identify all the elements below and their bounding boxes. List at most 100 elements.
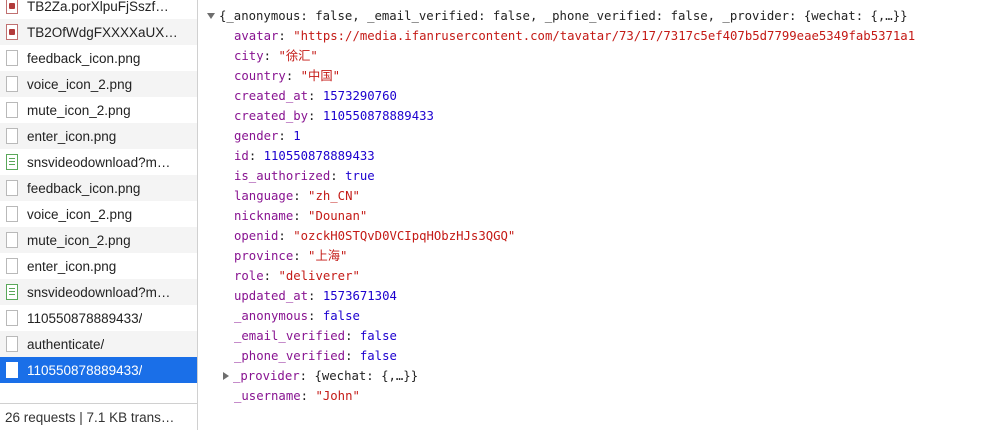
file-icon <box>6 180 18 196</box>
json-key: _email_verified <box>234 329 346 343</box>
json-field-openid: openid: "ozckH0STQvD0VCIpqHObzHJs3QGQ" <box>234 226 515 246</box>
key-separator: : <box>278 129 294 143</box>
json-field-avatar: avatar: "https://media.ifanrusercontent.… <box>234 26 915 46</box>
json-key: language <box>234 189 294 203</box>
request-row[interactable]: snsvideodownload?m… <box>0 279 197 305</box>
request-list: TB2Za.porXlpuFjSszf… TB2OfWdgFXXXXaUX… fee… <box>0 0 197 383</box>
request-row[interactable]: mute_icon_2.png <box>0 97 197 123</box>
json-key: _anonymous <box>234 309 309 323</box>
json-value: 1 <box>293 129 301 143</box>
request-name: enter_icon.png <box>27 128 117 144</box>
network-status-bar: 26 requests | 7.1 KB trans… <box>0 403 197 430</box>
key-separator: : <box>293 189 309 203</box>
file-icon <box>6 362 18 378</box>
request-name: TB2OfWdgFXXXXaUX… <box>27 24 178 40</box>
request-name: mute_icon_2.png <box>27 102 131 118</box>
json-field-phone-verified: _phone_verified: false <box>234 346 397 366</box>
json-field-id: id: 110550878889433 <box>234 146 375 166</box>
request-name: snsvideodownload?m… <box>27 154 171 170</box>
response-preview-panel: {_anonymous: false, _email_verified: fal… <box>198 0 990 430</box>
request-row[interactable]: TB2Za.porXlpuFjSszf… <box>0 0 197 19</box>
file-icon <box>6 258 18 274</box>
json-value: false <box>359 329 397 343</box>
json-value: "https://media.ifanrusercontent.com/tava… <box>293 29 916 43</box>
json-value: 1573290760 <box>322 89 397 103</box>
json-key: gender <box>234 129 279 143</box>
json-field-email-verified: _email_verified: false <box>234 326 397 346</box>
request-name: authenticate/ <box>27 336 105 352</box>
collapse-triangle-icon[interactable] <box>207 12 215 19</box>
request-row[interactable]: feedback_icon.png <box>0 45 197 71</box>
json-value: "徐汇" <box>278 49 318 63</box>
preview-root-object[interactable]: {_anonymous: false, _email_verified: fal… <box>207 6 908 26</box>
request-row[interactable]: enter_icon.png <box>0 253 197 279</box>
request-name: enter_icon.png <box>27 258 117 274</box>
json-value: 1573671304 <box>322 289 397 303</box>
json-field-country: country: "中国" <box>234 66 340 86</box>
key-separator: : <box>330 169 346 183</box>
request-row[interactable]: voice_icon_2.png <box>0 201 197 227</box>
root-summary: {_anonymous: false, _email_verified: fal… <box>219 9 908 23</box>
request-name: feedback_icon.png <box>27 50 141 66</box>
json-value: "中国" <box>300 69 341 83</box>
json-value: "John" <box>315 389 360 403</box>
request-name: feedback_icon.png <box>27 180 141 196</box>
json-value: "Dounan" <box>308 209 368 223</box>
image-file-icon <box>6 0 18 14</box>
request-name: snsvideodownload?m… <box>27 284 171 300</box>
expand-triangle-icon[interactable] <box>223 371 229 380</box>
media-file-icon <box>6 284 18 300</box>
request-row[interactable]: 110550878889433/ <box>0 305 197 331</box>
key-separator: : <box>345 349 360 363</box>
json-value: "zh_CN" <box>308 189 360 203</box>
request-name: 110550878889433/ <box>27 310 143 326</box>
key-separator: : <box>293 209 309 223</box>
json-field-created-at: created_at: 1573290760 <box>234 86 397 106</box>
json-key: updated_at <box>234 289 309 303</box>
request-name: TB2Za.porXlpuFjSszf… <box>27 0 169 14</box>
json-field-gender: gender: 1 <box>234 126 301 146</box>
key-separator: : <box>300 389 316 403</box>
request-name: voice_icon_2.png <box>27 206 133 222</box>
key-separator: : <box>263 269 279 283</box>
json-value: "ozckH0STQvD0VCIpqHObzHJs3QGQ" <box>293 229 516 243</box>
request-row[interactable]: snsvideodownload?m… <box>0 149 197 175</box>
json-key: openid <box>234 229 279 243</box>
key-separator: : <box>308 109 323 123</box>
key-separator: : <box>248 149 264 163</box>
request-row[interactable]: authenticate/ <box>0 331 197 357</box>
file-icon <box>6 232 18 248</box>
json-field-role: role: "deliverer" <box>234 266 360 286</box>
json-key: _phone_verified <box>234 349 346 363</box>
json-value: false <box>322 309 360 323</box>
file-icon <box>6 102 18 118</box>
json-key: _provider <box>233 369 300 383</box>
json-key: is_authorized <box>234 169 331 183</box>
json-key: nickname <box>234 209 294 223</box>
request-name: 110550878889433/ <box>27 362 143 378</box>
request-row[interactable]: TB2OfWdgFXXXXaUX… <box>0 19 197 45</box>
json-field-city: city: "徐汇" <box>234 46 318 66</box>
json-key: created_at <box>234 89 309 103</box>
json-value: "上海" <box>308 249 348 263</box>
json-field-anonymous: _anonymous: false <box>234 306 360 326</box>
file-icon <box>6 336 18 352</box>
key-separator: : <box>299 369 315 383</box>
json-field-created-by: created_by: 110550878889433 <box>234 106 434 126</box>
file-icon <box>6 76 18 92</box>
status-bar-text: 26 requests | 7.1 KB trans… <box>5 409 175 425</box>
json-value: false <box>359 349 397 363</box>
request-row[interactable]: feedback_icon.png <box>0 175 197 201</box>
request-row[interactable]: enter_icon.png <box>0 123 197 149</box>
json-field-provider[interactable]: _provider: {wechat: {,…}} <box>223 366 418 386</box>
json-key: country <box>234 69 286 83</box>
request-row[interactable]: mute_icon_2.png <box>0 227 197 253</box>
json-key: province <box>234 249 294 263</box>
json-field-updated-at: updated_at: 1573671304 <box>234 286 397 306</box>
json-key: avatar <box>234 29 279 43</box>
request-row[interactable]: voice_icon_2.png <box>0 71 197 97</box>
network-request-list-panel: TB2Za.porXlpuFjSszf… TB2OfWdgFXXXXaUX… fee… <box>0 0 198 430</box>
json-field-nickname: nickname: "Dounan" <box>234 206 367 226</box>
request-row-selected[interactable]: 110550878889433/ <box>0 357 197 383</box>
json-value: true <box>345 169 375 183</box>
